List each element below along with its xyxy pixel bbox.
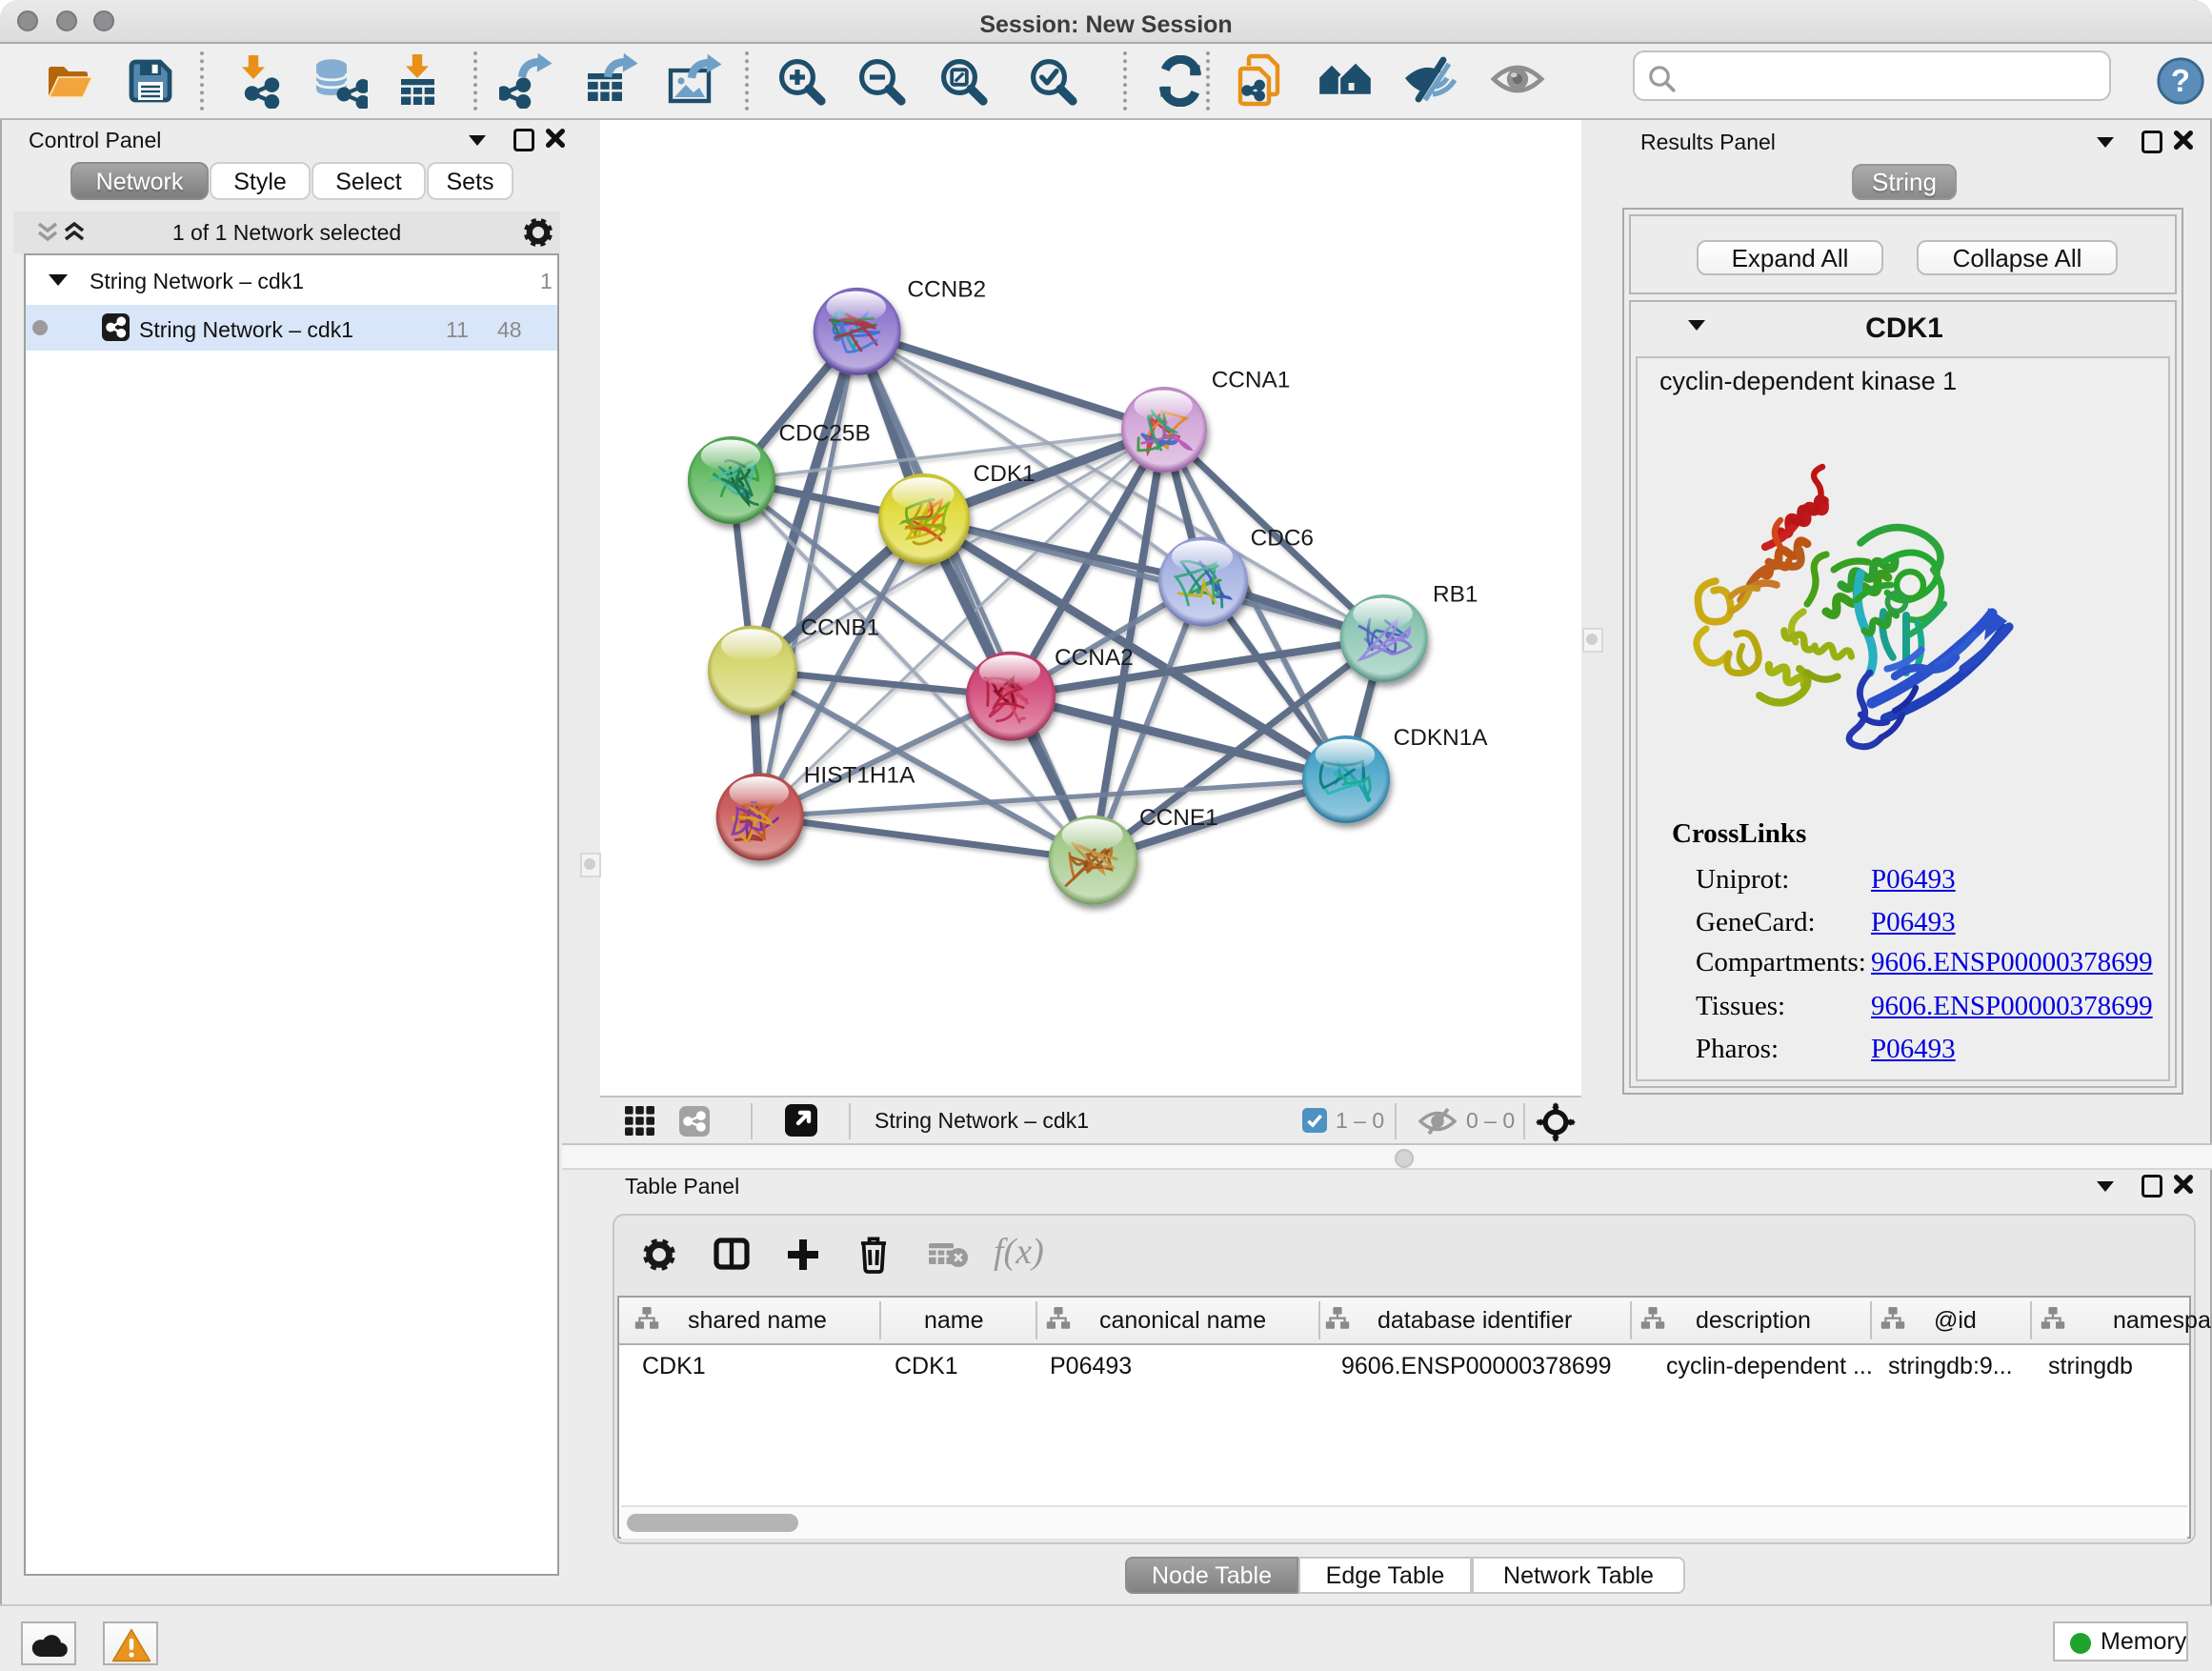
svg-text:CCNA1: CCNA1 [1212, 367, 1291, 393]
svg-text:CDC6: CDC6 [1251, 525, 1314, 551]
svg-text:CDK1: CDK1 [974, 461, 1036, 487]
svg-text:CCNB2: CCNB2 [907, 276, 986, 302]
svg-text:CCNE1: CCNE1 [1139, 805, 1218, 831]
svg-text:HIST1H1A: HIST1H1A [804, 762, 915, 788]
svg-text:CCNB1: CCNB1 [801, 615, 880, 641]
svg-text:CDKN1A: CDKN1A [1394, 725, 1489, 751]
svg-text:CDC25B: CDC25B [779, 420, 871, 446]
svg-text:?: ? [2171, 63, 2190, 98]
svg-text:CCNA2: CCNA2 [1055, 645, 1134, 671]
svg-text:RB1: RB1 [1433, 582, 1478, 608]
